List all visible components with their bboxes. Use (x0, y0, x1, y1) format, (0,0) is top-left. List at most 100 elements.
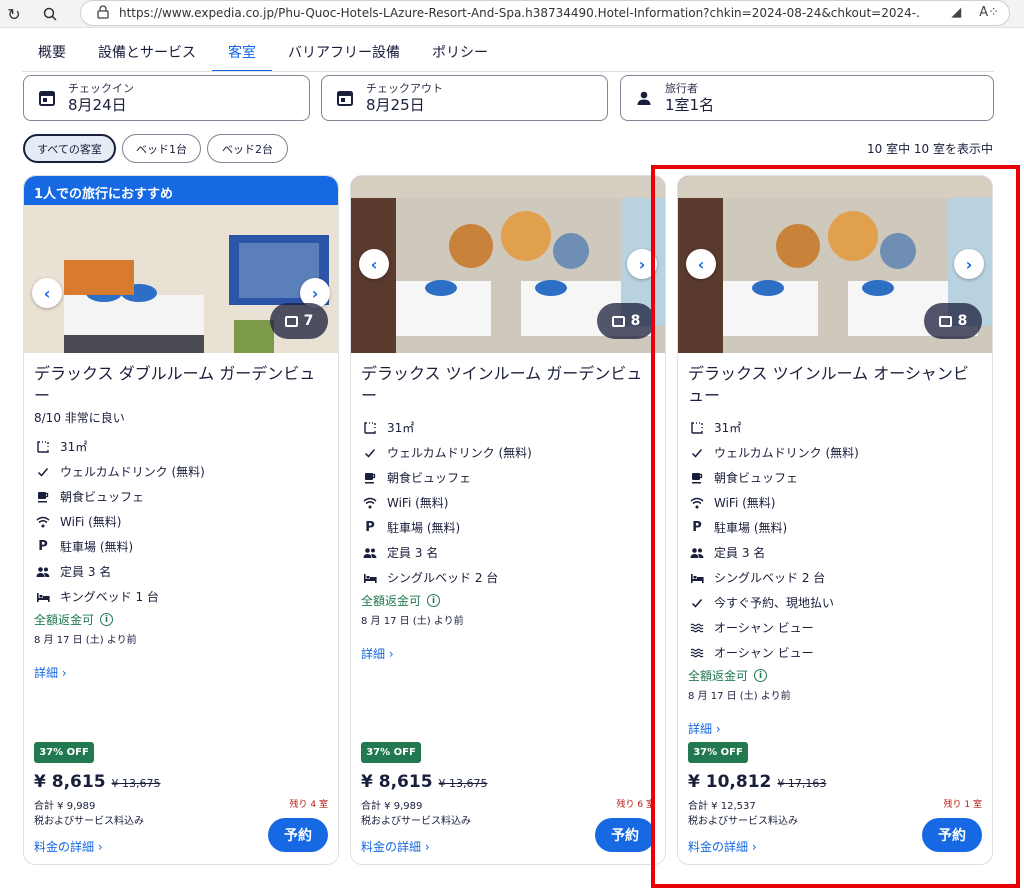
tag-icon[interactable]: ◢ (951, 5, 961, 20)
url-text[interactable]: https://www.expedia.co.jp/Phu-Quoc-Hotel… (119, 6, 919, 20)
chevron-right-icon: › (715, 722, 721, 736)
amenity-text: シングルベッド 2 台 (387, 571, 499, 585)
refresh-icon[interactable]: ↻ (4, 4, 24, 24)
amenity-item: キングベッド 1 台 (34, 584, 328, 609)
wifi-icon (34, 516, 52, 528)
tab-policies[interactable]: ポリシー (416, 36, 504, 72)
chevron-right-icon: › (311, 283, 319, 303)
amenity-text: WiFi (無料) (387, 496, 449, 510)
amenity-item: 31㎡ (361, 415, 655, 440)
reserve-button[interactable]: 予約 (922, 818, 982, 852)
amenity-text: 今すぐ予約、現地払い (714, 596, 835, 610)
amenity-text: WiFi (無料) (714, 496, 776, 510)
parking-icon: P (692, 520, 702, 535)
amenity-item: ウェルカムドリンク (無料) (34, 459, 328, 484)
photo-gallery-button[interactable]: 8 (924, 303, 982, 339)
amenity-text: オーシャン ビュー (714, 621, 814, 635)
amenity-text: ウェルカムドリンク (無料) (387, 446, 532, 460)
check-icon (361, 447, 379, 459)
tab-rooms[interactable]: 客室 (212, 36, 272, 72)
tab-amenities[interactable]: 設備とサービス (82, 36, 212, 72)
room-title: デラックス ツインルーム ガーデンビュー (361, 364, 643, 405)
photo-gallery-button[interactable]: 7 (270, 303, 328, 339)
bed-icon (688, 572, 706, 584)
search-icon[interactable] (40, 4, 60, 24)
amenity-text: 定員 3 名 (60, 565, 112, 579)
area-icon (361, 421, 379, 434)
details-label: 詳細 (361, 647, 386, 661)
amenity-text: ウェルカムドリンク (無料) (714, 446, 859, 460)
info-icon[interactable]: i (100, 613, 114, 626)
checkin-field[interactable]: チェックイン 8月24日 (23, 75, 310, 121)
amenity-item: ウェルカムドリンク (無料) (688, 440, 982, 465)
room-details-link[interactable]: 詳細 › (34, 664, 67, 681)
details-label: 詳細 (688, 722, 713, 736)
address-bar[interactable]: https://www.expedia.co.jp/Phu-Quoc-Hotel… (80, 0, 1010, 26)
calendar-icon (336, 89, 354, 107)
price-details-link[interactable]: 料金の詳細 › (34, 838, 103, 855)
next-photo-button[interactable]: › (627, 249, 657, 279)
coffee-icon (361, 472, 379, 484)
reserve-button[interactable]: 予約 (268, 818, 328, 852)
amenity-text: オーシャン ビュー (714, 646, 814, 660)
tax-note: 税およびサービス料込み (361, 816, 471, 827)
total-price: 合計 ¥ 12,537 (688, 801, 756, 812)
filter-one-bed[interactable]: ベッド1台 (122, 134, 201, 163)
previous-photo-button[interactable]: ‹ (686, 249, 716, 279)
current-price: ¥ 10,812 (688, 772, 772, 792)
info-icon[interactable]: i (754, 669, 768, 682)
rooms-left: 残り 4 室 (289, 800, 328, 810)
original-price: ¥ 13,675 (438, 777, 488, 790)
refund-label: 全額返金可 (361, 594, 422, 608)
reserve-button[interactable]: 予約 (595, 818, 655, 852)
read-aloud-icon[interactable]: A⁘ (979, 5, 999, 20)
checkout-field[interactable]: チェックアウト 8月25日 (321, 75, 608, 121)
price-section: 37% OFF ¥ 10,812 ¥ 17,163 合計 ¥ 12,537 税およびサー… (688, 742, 982, 864)
room-card: ‹ › 8 デラックス ツインルーム ガーデンビュー 31㎡ウェルカムドリンク (無料)… (350, 175, 666, 865)
price-section: 37% OFF ¥ 8,615 ¥ 13,675 合計 ¥ 9,989 税およびサービス… (361, 742, 655, 864)
price-details-link[interactable]: 料金の詳細 › (688, 838, 757, 855)
room-count: 10 室中 10 室を表示中 (867, 142, 993, 156)
travelers-label: 旅行者 (665, 81, 698, 95)
travelers-field[interactable]: 旅行者 1室1名 (620, 75, 994, 121)
rooms-left: 残り 6 室 (616, 800, 655, 810)
browser-toolbar: ↻ https://www.expedia.co.jp/Phu-Quoc-Hot… (0, 0, 1024, 28)
image-icon (938, 315, 952, 327)
amenity-item: WiFi (無料) (34, 509, 328, 534)
room-photo[interactable]: ‹ › 8 (678, 176, 992, 353)
calendar-icon (38, 89, 56, 107)
room-photo[interactable]: ‹ › 8 (351, 176, 665, 353)
people-icon (34, 566, 52, 578)
photo-gallery-button[interactable]: 8 (597, 303, 655, 339)
section-tabs: 概要 設備とサービス 客室 バリアフリー設備 ポリシー (22, 36, 504, 72)
price-section: 37% OFF ¥ 8,615 ¥ 13,675 合計 ¥ 9,989 税およびサービス… (34, 742, 328, 864)
coffee-icon (688, 472, 706, 484)
refund-deadline: 8 月 17 日 (土) より前 (361, 616, 464, 627)
info-icon[interactable]: i (427, 594, 441, 607)
refund-status: 全額返金可 i (34, 611, 328, 628)
price-details-label: 料金の詳細 (34, 840, 95, 854)
refund-status: 全額返金可 i (688, 667, 982, 684)
amenity-item: シングルベッド 2 台 (688, 565, 982, 590)
chevron-right-icon: › (424, 840, 430, 854)
checkout-value: 8月25日 (366, 95, 425, 114)
filter-all-rooms[interactable]: すべての客室 (23, 134, 116, 163)
room-card: 1人での旅行におすすめ ‹ › 7 デラックス ダブルルーム ガーデンビュー 8/10 非… (23, 175, 339, 865)
discount-badge: 37% OFF (361, 742, 421, 763)
price-details-link[interactable]: 料金の詳細 › (361, 838, 430, 855)
room-details-link[interactable]: 詳細 › (361, 645, 394, 662)
amenity-text: WiFi (無料) (60, 515, 122, 529)
room-details-link[interactable]: 詳細 › (688, 720, 721, 737)
previous-photo-button[interactable]: ‹ (32, 278, 62, 308)
discount-badge: 37% OFF (34, 742, 94, 763)
previous-photo-button[interactable]: ‹ (359, 249, 389, 279)
photo-count: 8 (957, 313, 968, 329)
filter-two-beds[interactable]: ベッド2台 (207, 134, 288, 163)
tab-accessibility[interactable]: バリアフリー設備 (272, 36, 416, 72)
amenity-item: 定員 3 名 (361, 540, 655, 565)
checkout-label: チェックアウト (366, 81, 443, 95)
wifi-icon (688, 497, 706, 509)
room-photo[interactable]: ‹ › 7 (24, 205, 338, 353)
tab-overview[interactable]: 概要 (22, 36, 82, 72)
next-photo-button[interactable]: › (954, 249, 984, 279)
